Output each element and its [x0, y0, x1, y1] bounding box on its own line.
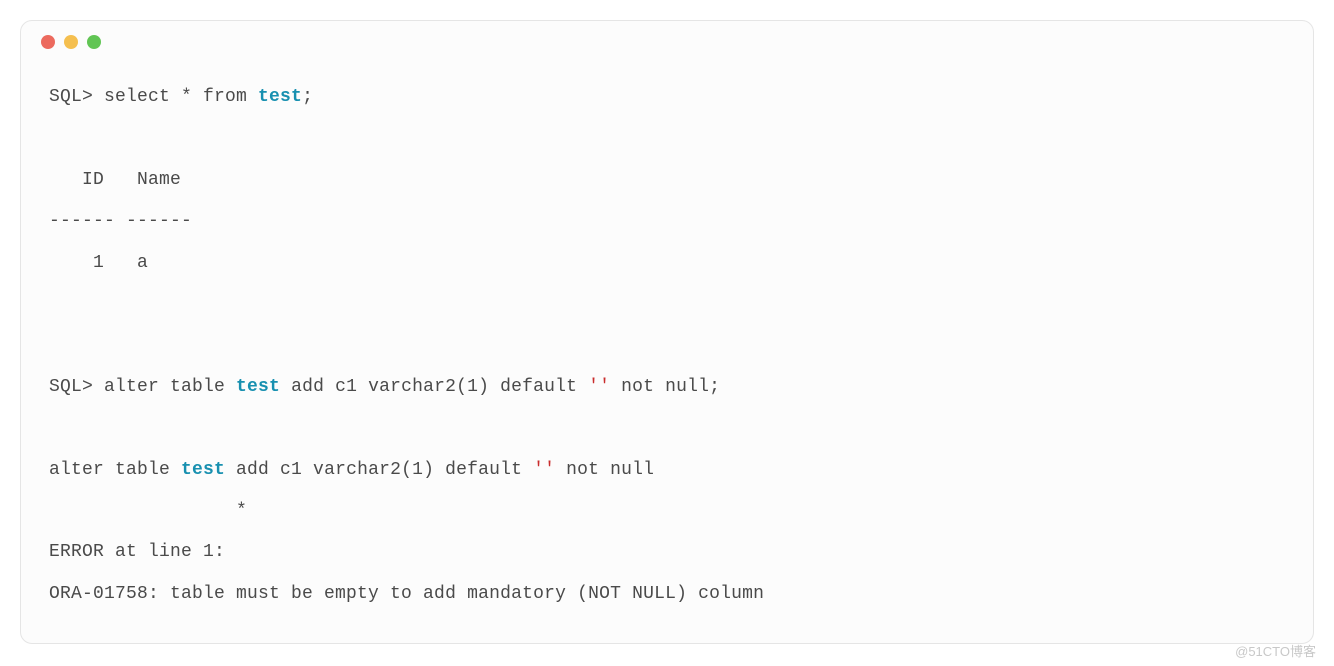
result-header: ID Name	[49, 170, 181, 190]
string-literal: ''	[588, 377, 610, 397]
code-text: not null;	[610, 377, 720, 397]
code-text: add c1 varchar2(1) default	[225, 460, 533, 480]
close-icon[interactable]	[41, 35, 55, 49]
code-text: add c1 varchar2(1) default	[280, 377, 588, 397]
code-text: ;	[302, 87, 313, 107]
sql-prompt: SQL>	[49, 377, 104, 397]
keyword-test: test	[181, 460, 225, 480]
result-row: 1 a	[49, 253, 148, 273]
window-titlebar	[21, 21, 1313, 57]
code-block: SQL> select * from test; ID Name ------ …	[21, 57, 1313, 643]
minimize-icon[interactable]	[64, 35, 78, 49]
error-message: ORA-01758: table must be empty to add ma…	[49, 584, 764, 604]
code-text: select * from	[104, 87, 258, 107]
maximize-icon[interactable]	[87, 35, 101, 49]
code-text: not null	[555, 460, 654, 480]
result-divider: ------ ------	[49, 211, 192, 231]
sql-prompt: SQL>	[49, 87, 104, 107]
keyword-test: test	[236, 377, 280, 397]
watermark: @51CTO博客	[1235, 641, 1316, 660]
error-line: ERROR at line 1:	[49, 542, 225, 562]
code-window: SQL> select * from test; ID Name ------ …	[20, 20, 1314, 644]
code-text: alter table	[104, 377, 236, 397]
keyword-test: test	[258, 87, 302, 107]
code-text: alter table	[49, 460, 181, 480]
error-marker: *	[49, 501, 247, 521]
string-literal: ''	[533, 460, 555, 480]
